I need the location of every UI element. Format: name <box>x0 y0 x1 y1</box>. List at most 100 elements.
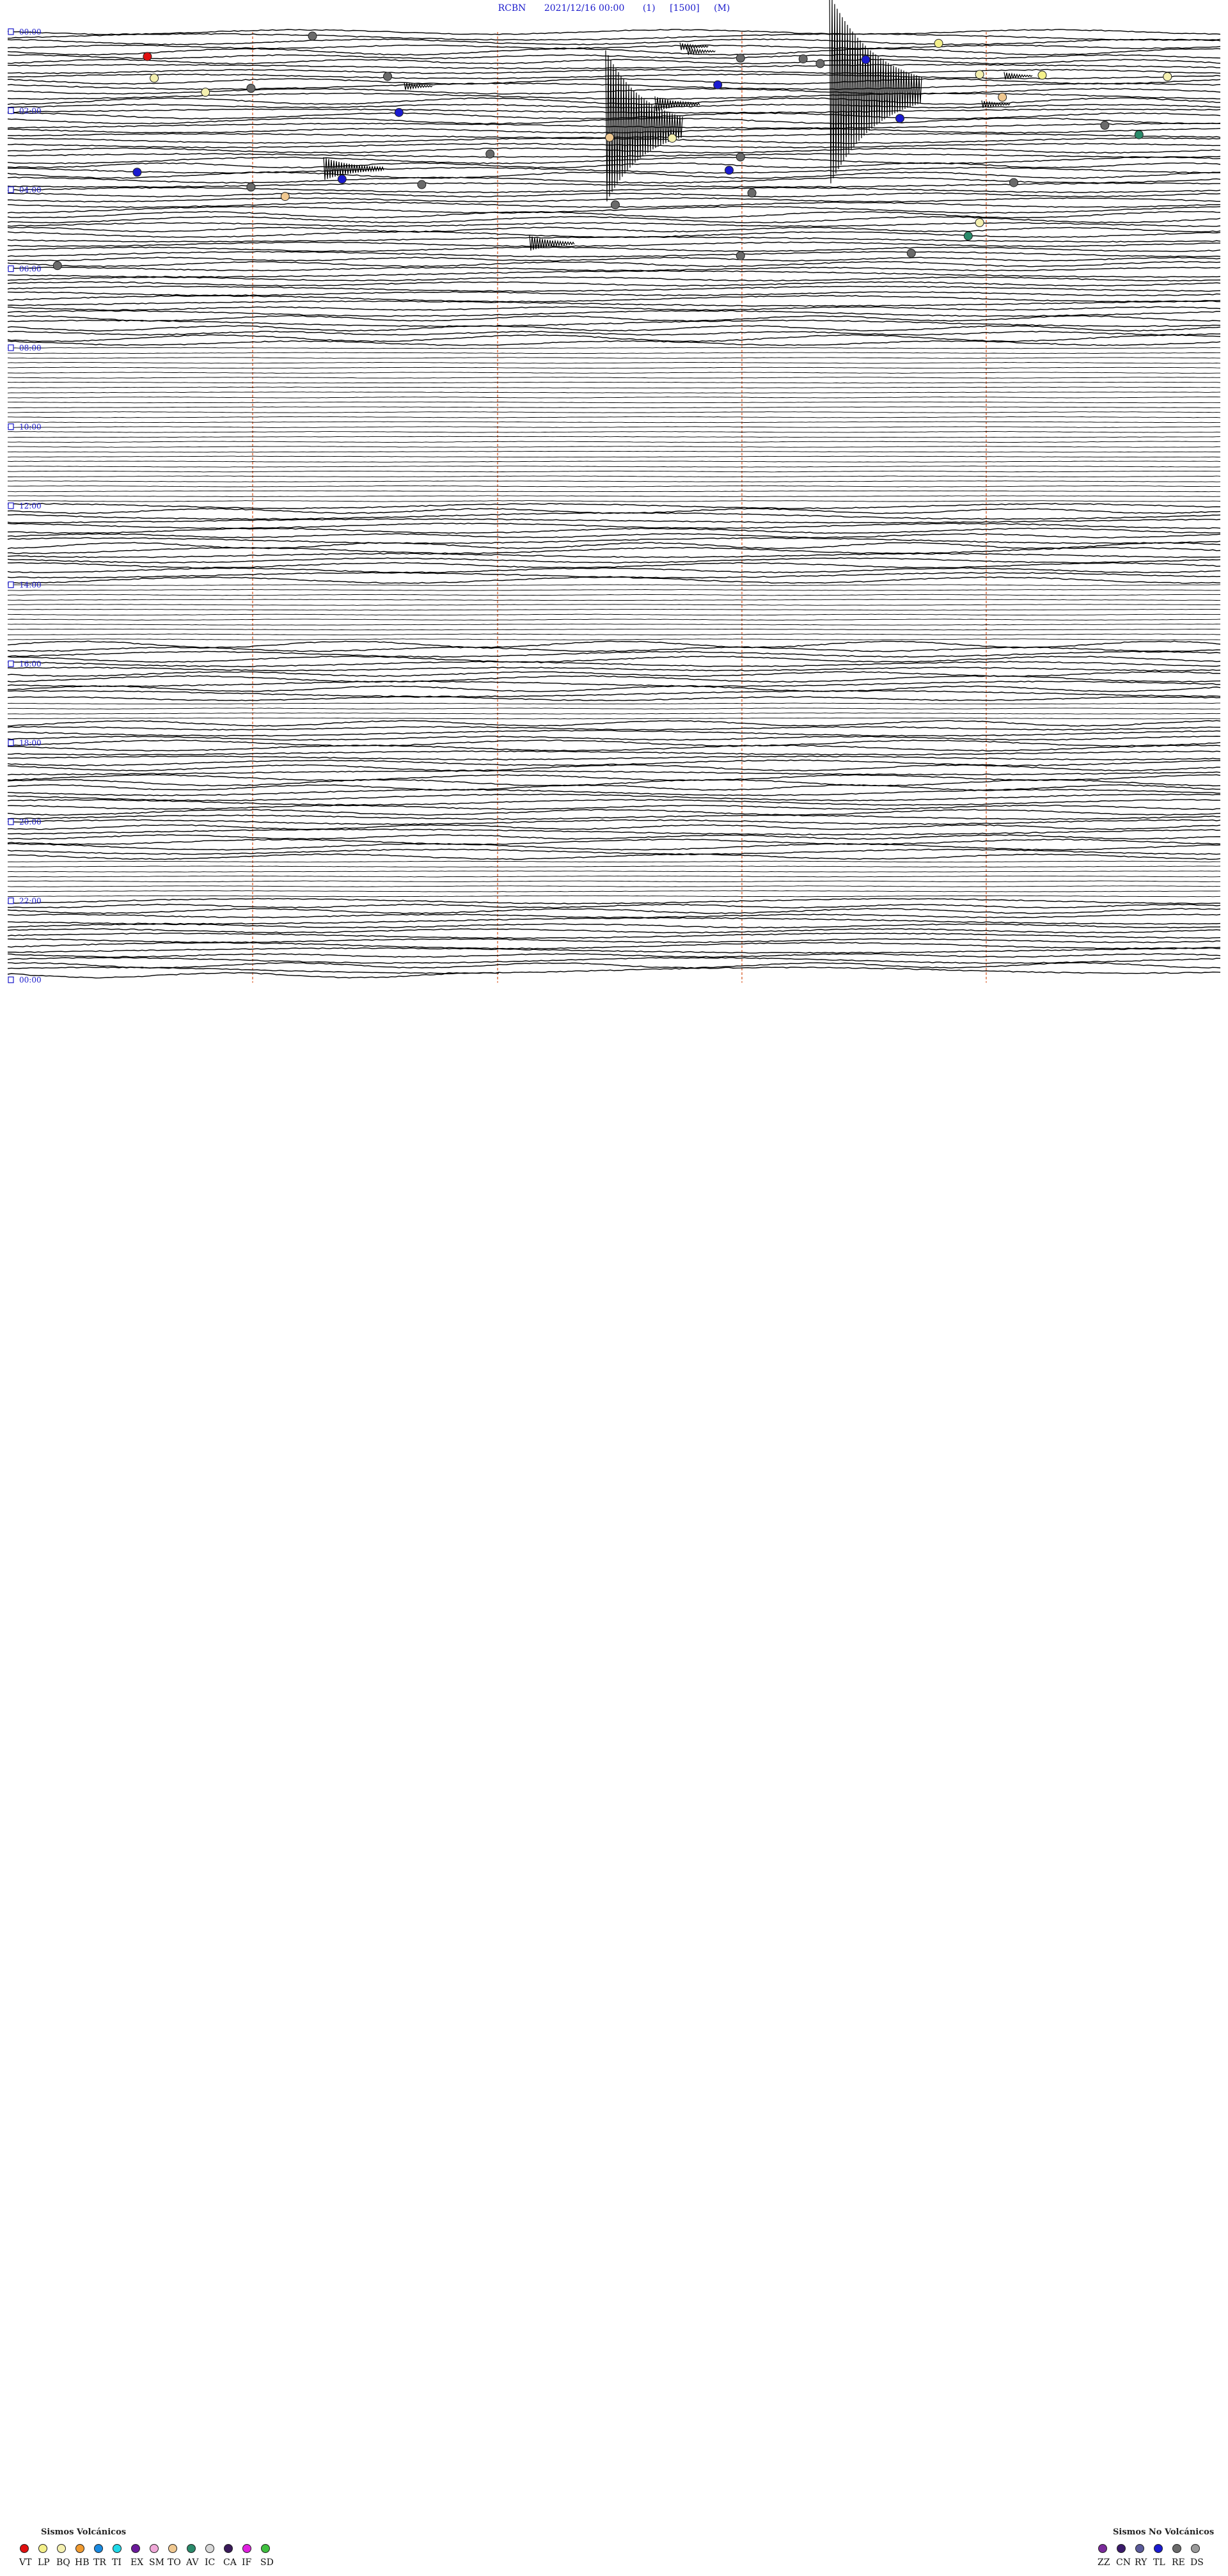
legend-swatch-ds <box>1191 2544 1200 2553</box>
trace-row <box>7 967 1221 974</box>
event-marker-re <box>906 248 916 258</box>
trace-row <box>7 527 1221 534</box>
trace-row <box>7 942 1221 950</box>
trace-row <box>7 655 1221 663</box>
event-marker-tl <box>861 55 870 65</box>
trace-row <box>8 608 1221 611</box>
event-marker-re <box>736 53 745 63</box>
hour-label: 22:00 <box>19 897 42 906</box>
trace-row <box>7 325 1221 332</box>
legend-swatch-cn <box>1117 2544 1126 2553</box>
trace-row <box>7 702 1220 705</box>
legend-code-vt: VT <box>19 2557 32 2568</box>
trace-row <box>7 426 1220 428</box>
trace-row <box>7 83 1221 90</box>
event-marker-re <box>798 54 808 64</box>
trace-row <box>7 923 1221 929</box>
trace-row <box>7 824 1221 830</box>
trace-row <box>7 707 1221 709</box>
trace-row <box>7 310 1221 317</box>
trace-row <box>7 291 1221 297</box>
trace-row <box>7 246 1221 253</box>
event-marker-lp <box>1037 70 1047 80</box>
hour-label: 02:00 <box>19 107 42 116</box>
trace-row <box>7 295 1221 303</box>
legend-swatch-av <box>187 2544 196 2553</box>
trace-row <box>7 455 1221 458</box>
event-marker-re <box>1100 120 1110 130</box>
trace-row <box>7 834 1220 840</box>
trace-row <box>7 241 1221 248</box>
trace-row <box>7 584 1221 586</box>
trace-row <box>7 778 1221 787</box>
legend-swatch-to <box>168 2544 177 2553</box>
nonvolcanic-legend-title: Sismos No Volcánicos <box>1113 2527 1214 2537</box>
event-marker-to <box>605 132 615 142</box>
event-marker-re <box>383 72 392 81</box>
legend-code-ds: DS <box>1190 2557 1204 2568</box>
volcanic-legend-title: Sismos Volcánicos <box>41 2527 126 2537</box>
hour-marker <box>8 423 14 431</box>
trace-row <box>7 33 1221 41</box>
trace-row <box>7 542 1221 549</box>
trace-row <box>7 814 1221 820</box>
trace-row <box>7 222 1221 227</box>
hour-label: 10:00 <box>19 423 42 432</box>
legend-code-av: AV <box>185 2557 199 2568</box>
trace-row <box>7 720 1221 727</box>
hour-label: 00:00 <box>19 28 42 36</box>
legend-swatch-lp <box>38 2544 47 2553</box>
legend-code-sm: SM <box>149 2557 164 2568</box>
trace-row <box>7 162 1221 169</box>
hour-label: 08:00 <box>19 344 42 352</box>
legend-swatch-ry <box>1135 2544 1144 2553</box>
trace-row <box>7 182 1220 188</box>
trace-row <box>8 270 1221 278</box>
trace-row <box>8 490 1220 493</box>
volcanic-legend: Sismos Volcánicos VT LP BQ HB TR TI EX SM TO AV IC… <box>19 2527 274 2568</box>
trace-row <box>7 518 1221 524</box>
trace-row <box>7 381 1221 384</box>
hour-marker <box>8 186 14 193</box>
trace-row <box>7 461 1221 462</box>
trace-row <box>7 871 1221 873</box>
trace-row <box>7 729 1221 737</box>
trace-row <box>7 500 1221 502</box>
gain: [1500] <box>670 3 700 13</box>
mode: (M) <box>714 3 730 13</box>
trace-row <box>8 604 1221 606</box>
legend-swatch-if <box>242 2544 251 2553</box>
trace-row <box>7 411 1221 413</box>
event-marker-bq <box>668 133 677 143</box>
seismic-traces <box>7 29 1221 979</box>
nonvolcanic-legend: Sismos No Volcánicos ZZ CN RY TL RE DS <box>1098 2527 1214 2568</box>
legend-code-ic: IC <box>205 2557 215 2568</box>
trace-row <box>7 171 1221 179</box>
trace-row <box>8 401 1221 404</box>
event-marker-re <box>736 152 745 162</box>
legend-code-hb: HB <box>75 2557 90 2568</box>
trace-row <box>7 58 1221 65</box>
trace-row <box>7 480 1221 482</box>
event-marker-tl <box>132 168 142 177</box>
legend-code-cn: CN <box>1116 2557 1131 2568</box>
trace-row <box>7 828 1221 836</box>
trace-row <box>7 512 1221 520</box>
trace-row <box>8 377 1221 379</box>
trace-row <box>7 352 1221 354</box>
hour-label: 04:00 <box>19 186 42 194</box>
trace-row <box>7 696 1221 702</box>
trace-row <box>7 717 1221 720</box>
trace-row <box>7 928 1221 934</box>
trace-row <box>8 503 1221 509</box>
station-code: RCBN <box>498 3 526 13</box>
trace-row <box>7 770 1221 776</box>
hour-marker <box>8 897 14 905</box>
hour-label: 12:00 <box>19 502 42 510</box>
legend-swatch-re <box>1172 2544 1181 2553</box>
trace-row <box>7 441 1221 443</box>
trace-row <box>7 819 1221 825</box>
channel: (1) <box>643 3 656 13</box>
event-marker-to <box>280 192 290 201</box>
hour-labels: 00:00 02:00 04:00 06:00 08:00 10:00 12:00 14:00… <box>8 28 42 984</box>
